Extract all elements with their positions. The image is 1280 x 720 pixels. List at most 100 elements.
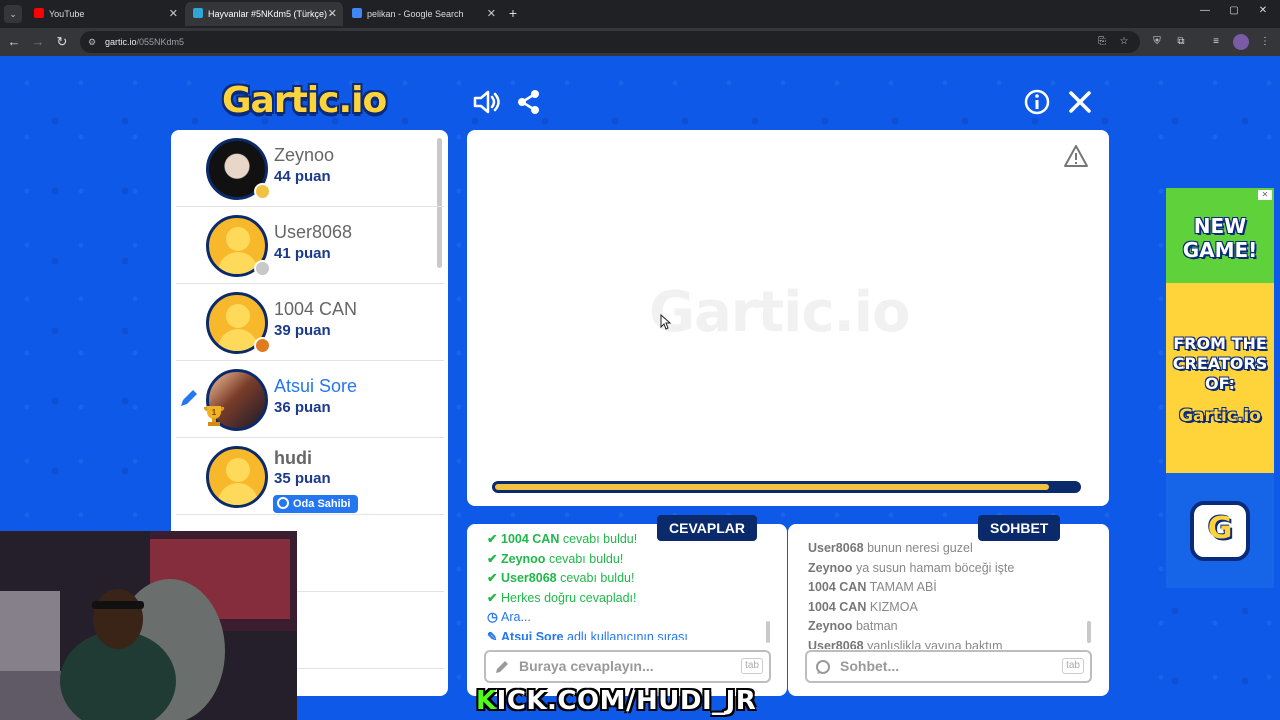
window-close-button[interactable]: ✕	[1256, 5, 1270, 16]
message-text: Ara...	[501, 610, 531, 624]
player-score: 35 puan	[274, 470, 331, 487]
message-user: User8068	[808, 541, 864, 555]
player-row[interactable]: hudi 35 puan Oda Sahibi	[176, 438, 444, 515]
bookmark-star-icon[interactable]: ☆	[1117, 35, 1131, 49]
tab-search-button[interactable]: ⌄	[4, 5, 22, 23]
player-row[interactable]: 1004 CAN 39 puan	[176, 284, 444, 361]
check-icon: ✔	[487, 590, 498, 605]
tab-close-icon[interactable]: ✕	[487, 2, 496, 26]
chat-input[interactable]: Sohbet... tab	[805, 650, 1092, 683]
browser-tab[interactable]: YouTube ✕	[26, 2, 184, 26]
close-icon[interactable]	[1066, 88, 1094, 116]
message-text: TAMAM ABİ	[869, 580, 937, 594]
share-icon[interactable]	[515, 88, 543, 116]
extensions-icon[interactable]: ⧉	[1173, 34, 1189, 50]
browser-tab-bar: ⌄ YouTube ✕ Hayvanlar #5NKdm5 (Türkçe) - ✕…	[0, 0, 1280, 28]
check-icon: ✔	[487, 571, 498, 585]
answers-scrollbar[interactable]	[766, 621, 770, 643]
check-icon: ✔	[487, 551, 498, 566]
ad-app-badge: G	[1190, 501, 1250, 561]
message-text: Herkes doğru cevapladı!	[501, 590, 637, 605]
sound-icon[interactable]	[472, 88, 500, 116]
webcam-overlay	[0, 531, 297, 720]
browser-menu-icon[interactable]: ⋮	[1257, 34, 1273, 50]
media-controls-icon[interactable]: ≡	[1208, 34, 1224, 50]
profile-avatar[interactable]	[1233, 34, 1249, 50]
url-field[interactable]: ⚙ gartic.io/055NKdm5 ⎘ ☆	[80, 31, 1140, 53]
pencil-icon	[496, 661, 508, 673]
new-tab-button[interactable]: +	[505, 4, 521, 22]
ad-close-icon[interactable]: ✕	[1258, 190, 1272, 200]
chat-message: Zeynoo ya susun hamam böceği işte	[808, 559, 1088, 579]
gartic-logo[interactable]: Gartic.io	[222, 80, 387, 121]
player-score: 36 puan	[274, 399, 331, 416]
tab-close-icon[interactable]: ✕	[169, 2, 178, 26]
answer-message: ✎ Atsui Sore adlı kullanıcının sırası	[487, 628, 767, 641]
ad-line: CREATORS	[1172, 354, 1268, 373]
answers-header: CEVAPLAR	[657, 515, 757, 541]
chat-scrollbar[interactable]	[1087, 621, 1091, 643]
report-warning-icon[interactable]	[1063, 144, 1089, 168]
chat-message: User8068 yanlışlikla yayına baktım	[808, 637, 1088, 650]
forward-button[interactable]: →	[29, 33, 47, 51]
rank-number: 1	[212, 408, 217, 417]
info-icon[interactable]	[1023, 88, 1051, 116]
minimize-button[interactable]: —	[1198, 5, 1212, 16]
answers-panel: ✔ 1004 CAN cevabı buldu! ✔ Zeynoo cevabı bu…	[467, 524, 787, 696]
player-row[interactable]: User8068 41 puan	[176, 207, 444, 284]
message-text: yanlışlikla yayına baktım	[867, 638, 1003, 650]
drawing-canvas[interactable]: Gartic.io	[467, 130, 1109, 506]
browser-tab[interactable]: pelikan - Google Search ✕	[344, 2, 502, 26]
room-owner-badge: Oda Sahibi	[273, 495, 359, 513]
message-text: batman	[855, 619, 898, 633]
player-score: 44 puan	[274, 168, 331, 185]
message-user: Zeynoo	[501, 551, 546, 566]
back-button[interactable]: ←	[5, 33, 23, 51]
chat-header: SOHBET	[978, 515, 1061, 541]
message-user: Zeynoo	[808, 560, 853, 575]
install-app-icon[interactable]: ⎘	[1095, 35, 1109, 49]
tab-favicon-icon	[352, 8, 362, 18]
answer-input[interactable]: Buraya cevaplayın... tab	[484, 650, 771, 683]
canvas-watermark: Gartic.io	[649, 280, 910, 345]
message-text: ya susun hamam böceği işte	[855, 560, 1015, 575]
trophy-icon: 1	[204, 406, 225, 426]
ad-line: OF:	[1204, 374, 1236, 393]
player-row[interactable]: Zeynoo 44 puan	[176, 130, 444, 207]
url-text[interactable]: gartic.io/055NKdm5	[105, 31, 184, 53]
reload-button[interactable]: ↻	[53, 33, 71, 51]
shield-extension-icon[interactable]: ⛨	[1149, 34, 1165, 50]
maximize-button[interactable]: ▢	[1227, 5, 1241, 16]
ad-banner[interactable]: ✕ NEW GAME! FROM THE CREATORS OF: Gartic…	[1166, 188, 1274, 588]
browser-tab[interactable]: Hayvanlar #5NKdm5 (Türkçe) - ✕	[185, 2, 343, 26]
chat-message: Zeynoo batman	[808, 617, 1088, 637]
tab-favicon-icon	[193, 8, 203, 18]
message-text: adlı kullanıcının sırası	[567, 629, 688, 641]
tab-title: pelikan - Google Search	[367, 9, 464, 19]
ad-line: GAME!	[1182, 238, 1258, 262]
player-name: Zeynoo	[274, 145, 335, 165]
chat-message: 1004 CAN KIZMOA	[808, 598, 1088, 618]
round-timer-fill	[495, 484, 1049, 490]
tab-key-hint: tab	[741, 658, 763, 674]
chat-panel: User8068 bunun neresi guzel Zeynoo ya sus…	[788, 524, 1109, 696]
chat-list: User8068 bunun neresi guzel Zeynoo ya sus…	[808, 539, 1088, 649]
status-dot	[254, 183, 271, 200]
answer-placeholder: Buraya cevaplayın...	[519, 658, 654, 674]
tab-close-icon[interactable]: ✕	[328, 2, 337, 26]
tab-key-hint: tab	[1062, 658, 1084, 674]
site-info-icon[interactable]: ⚙	[88, 36, 100, 48]
message-user: 1004 CAN	[808, 599, 867, 614]
status-dot	[254, 260, 271, 277]
ad-logo: Gartic.io	[1179, 406, 1261, 426]
message-user: 1004 CAN	[501, 532, 560, 546]
player-score: 39 puan	[274, 322, 331, 339]
message-user: 1004 CAN	[808, 580, 867, 594]
check-icon: ✔	[487, 532, 498, 546]
message-text: cevabı buldu!	[560, 571, 635, 585]
answer-message: ◷ Ara...	[487, 608, 767, 628]
message-text: cevabı buldu!	[562, 532, 638, 546]
player-row-drawing[interactable]: 1 Atsui Sore 36 puan	[176, 361, 444, 438]
chat-placeholder: Sohbet...	[840, 658, 900, 674]
chat-message: 1004 CAN TAMAM ABİ	[808, 578, 1088, 598]
